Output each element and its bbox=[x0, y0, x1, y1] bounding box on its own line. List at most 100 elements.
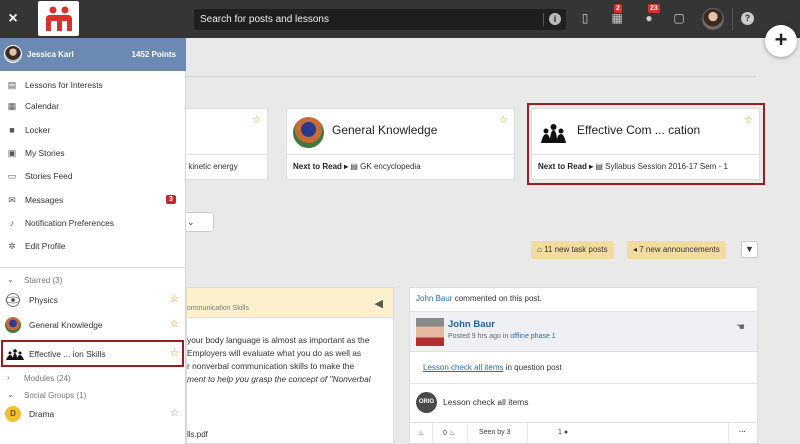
like-icon[interactable]: ♨ bbox=[418, 429, 424, 437]
user-name: Jessica Karl bbox=[27, 50, 74, 59]
search-placeholder: Search for posts and lessons bbox=[200, 14, 329, 25]
sidebar-item-label: My Stories bbox=[25, 148, 65, 158]
activity-line: John Baur commented on this post. bbox=[416, 294, 542, 303]
chevron-down-icon: ⌄ bbox=[7, 275, 14, 284]
filter-button[interactable]: ▼ bbox=[741, 241, 758, 258]
sidebar-item-lessons[interactable]: ▤ Lessons for Interests bbox=[0, 75, 186, 95]
avatar[interactable] bbox=[702, 8, 724, 30]
announcements-label: 7 new announcements bbox=[639, 245, 720, 254]
starred-section[interactable]: ⌄ Starred (3) bbox=[0, 274, 186, 288]
task-posts-pill[interactable]: ⌂ 11 new task posts bbox=[531, 241, 614, 259]
bell-icon: ♪ bbox=[9, 218, 15, 228]
sidebar-divider bbox=[0, 267, 186, 268]
next-read-label: Next to Read bbox=[293, 162, 342, 171]
star-icon[interactable]: ☆ bbox=[499, 115, 508, 126]
sidebar-user[interactable]: Jessica Karl 1452 Points bbox=[0, 38, 186, 71]
sidebar-item-label: Stories Feed bbox=[25, 171, 73, 181]
post-line: Employers will evaluate what you do as w… bbox=[187, 348, 362, 358]
info-icon[interactable]: i bbox=[549, 13, 561, 25]
help-icon[interactable]: ? bbox=[741, 12, 754, 25]
post-line: your body language is almost as importan… bbox=[187, 335, 370, 345]
post-header: ommunication Skills ◀ bbox=[187, 288, 393, 318]
posted-time: Posted 9 hrs ago in bbox=[448, 333, 509, 340]
course-avatar bbox=[293, 117, 324, 148]
sidebar-item-messages[interactable]: ✉ Messages 3 bbox=[0, 190, 186, 210]
announcements-pill[interactable]: ◂ 7 new announcements bbox=[627, 241, 726, 259]
sidebar-item-label: Notification Preferences bbox=[25, 218, 114, 228]
social-groups-section[interactable]: ⌄ Social Groups (1) bbox=[0, 389, 186, 403]
post-actions-bar: ♨ 0 ♨ Seen by 3 1 ● ··· bbox=[410, 422, 757, 444]
activity-text: commented on this post. bbox=[454, 294, 542, 303]
modules-section[interactable]: › Modules (24) bbox=[0, 372, 186, 386]
add-button[interactable]: + bbox=[765, 25, 797, 57]
messages-badge: 3 bbox=[166, 195, 176, 204]
note-icon[interactable]: ▢ bbox=[672, 11, 686, 25]
author-avatar[interactable] bbox=[416, 318, 444, 346]
post-body: your body language is almost as importan… bbox=[187, 334, 383, 386]
star-icon[interactable]: ☆ bbox=[170, 295, 179, 305]
more-button[interactable]: ··· bbox=[739, 429, 746, 436]
course-avatar bbox=[5, 317, 21, 333]
divider bbox=[728, 423, 729, 444]
search-input[interactable]: Search for posts and lessons i bbox=[194, 9, 566, 30]
section-label: Starred (3) bbox=[24, 276, 63, 285]
post-card[interactable]: ommunication Skills ◀ your body language… bbox=[186, 287, 394, 444]
chevron-right-icon: › bbox=[7, 373, 10, 382]
post-line: ment to help you grasp the concept of "N… bbox=[187, 374, 371, 384]
sidebar-item-stories-feed[interactable]: ▭ Stories Feed bbox=[0, 166, 186, 186]
calendar-icon[interactable]: ▦ bbox=[610, 11, 624, 25]
highlight-box bbox=[1, 340, 184, 367]
document-icon[interactable]: ▯ bbox=[578, 11, 592, 25]
folder-icon: ■ bbox=[9, 125, 15, 135]
sidebar-item-label: General Knowledge bbox=[29, 320, 103, 330]
attachment-link[interactable]: lls.pdf bbox=[187, 430, 208, 439]
avatar bbox=[4, 45, 22, 63]
book-icon: ▤ bbox=[350, 162, 361, 171]
post-meta: Posted 9 hrs ago in offline phase 1 bbox=[448, 333, 556, 340]
seen-by[interactable]: Seen by 3 bbox=[479, 429, 511, 436]
like-count[interactable]: 0 ♨ bbox=[443, 429, 455, 437]
app-logo[interactable] bbox=[38, 1, 79, 36]
star-icon[interactable]: ☆ bbox=[170, 320, 179, 330]
comment-count[interactable]: 1 ● bbox=[558, 429, 568, 436]
topbar-divider bbox=[732, 8, 733, 30]
sidebar-item-label: Physics bbox=[29, 295, 58, 305]
card-next-read[interactable]: Next to Read ▸ ▤ GK encyclopedia bbox=[287, 154, 514, 179]
envelope-icon: ✉ bbox=[8, 195, 16, 205]
lesson-link[interactable]: Lesson check all items bbox=[423, 363, 503, 372]
section-label: Modules (24) bbox=[24, 374, 71, 383]
course-avatar bbox=[5, 292, 21, 308]
hand-icon: ☚ bbox=[736, 322, 745, 333]
sidebar-item-edit-profile[interactable]: ✲ Edit Profile bbox=[0, 236, 186, 256]
sidebar-item-label: Messages bbox=[25, 195, 64, 205]
star-icon[interactable]: ☆ bbox=[252, 115, 261, 126]
sidebar-item-label: Lessons for Interests bbox=[25, 80, 103, 90]
star-icon[interactable]: ☆ bbox=[170, 409, 179, 419]
starred-item-physics[interactable]: Physics ☆ bbox=[0, 290, 186, 310]
next-read-value: GK encyclopedia bbox=[360, 162, 421, 171]
sidebar-item-my-stories[interactable]: ▣ My Stories bbox=[0, 143, 186, 163]
divider bbox=[467, 423, 468, 444]
home-icon: ⌂ bbox=[537, 245, 545, 254]
group-item-drama[interactable]: D Drama ☆ bbox=[0, 404, 186, 424]
divider bbox=[527, 423, 528, 444]
globe-icon[interactable]: ● bbox=[642, 11, 656, 25]
like-count-value: 0 bbox=[443, 430, 447, 437]
sidebar-item-calendar[interactable]: ▦ Calendar bbox=[0, 96, 186, 116]
search-divider bbox=[543, 13, 544, 26]
phase-link[interactable]: offline phase 1 bbox=[510, 333, 555, 340]
post-course-label: ommunication Skills bbox=[187, 305, 249, 312]
sidebar-item-locker[interactable]: ■ Locker bbox=[0, 120, 186, 140]
sidebar-item-notifications[interactable]: ♪ Notification Preferences bbox=[0, 213, 186, 233]
starred-item-general-knowledge[interactable]: General Knowledge ☆ bbox=[0, 315, 186, 335]
post-card[interactable]: John Baur commented on this post. John B… bbox=[409, 287, 758, 444]
megaphone-icon: ◀ bbox=[374, 298, 383, 310]
course-card-general-knowledge[interactable]: General Knowledge ☆ Next to Read ▸ ▤ GK … bbox=[286, 108, 515, 180]
author-name[interactable]: John Baur bbox=[448, 319, 495, 330]
close-icon[interactable]: × bbox=[6, 9, 20, 29]
task-posts-label: 11 new task posts bbox=[544, 245, 608, 254]
actor-link[interactable]: John Baur bbox=[416, 294, 452, 303]
orig-title[interactable]: Lesson check all items bbox=[443, 397, 529, 407]
orig-badge: ORIG bbox=[416, 392, 437, 413]
stories-icon: ▣ bbox=[7, 148, 17, 158]
